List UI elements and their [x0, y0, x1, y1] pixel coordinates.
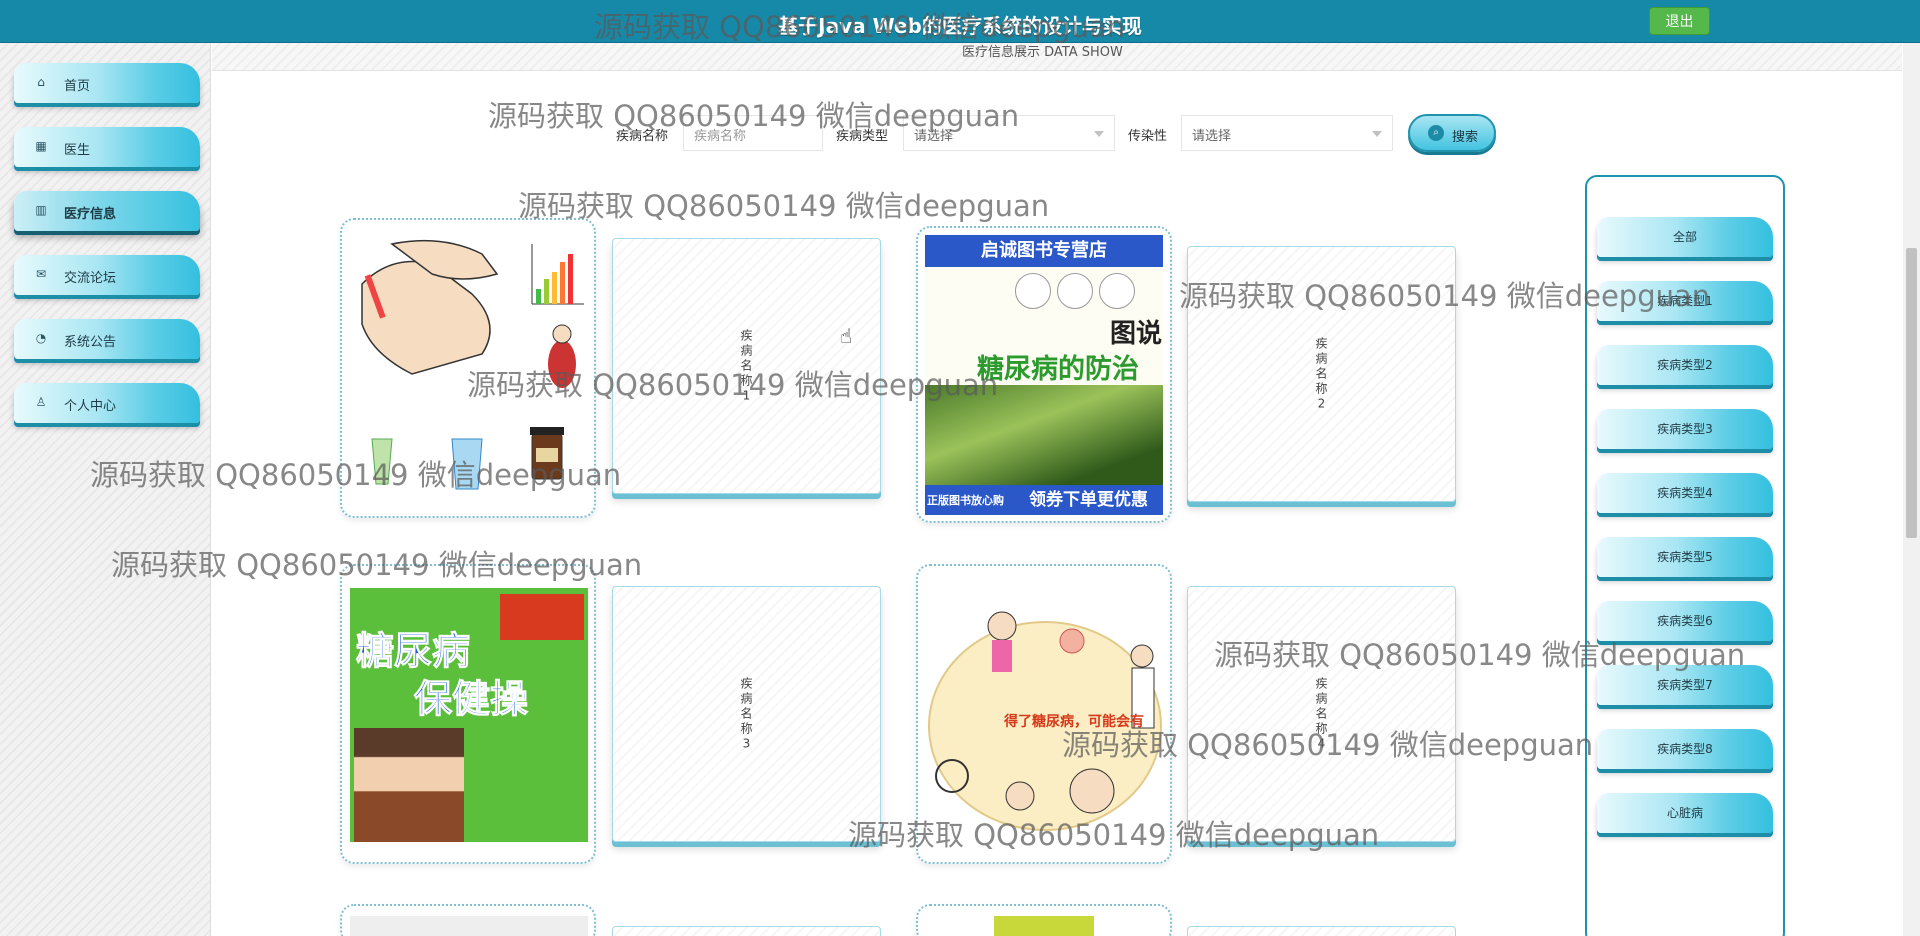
disease-name-input[interactable]: 疾病名称	[683, 115, 823, 151]
section-header: 医疗信息展示 DATA SHOW	[212, 43, 1902, 71]
category-item[interactable]: 疾病类型2	[1597, 345, 1773, 385]
medical-card-9[interactable]	[340, 904, 596, 936]
user-icon: ♙	[35, 395, 47, 409]
book-title: 图说	[1110, 319, 1163, 349]
disease-name-text: 疾病名称3	[740, 676, 753, 751]
category-item[interactable]: 疾病类型8	[1597, 729, 1773, 769]
category-item[interactable]: 疾病类型5	[1597, 537, 1773, 577]
category-item[interactable]: 疾病类型3	[1597, 409, 1773, 449]
top-bar: 基于Java Web的医疗系统的设计与实现 退出	[0, 0, 1920, 43]
mail-icon: ✉	[35, 267, 47, 281]
illustration-caption: 得了糖尿病，可能会有	[1004, 714, 1144, 730]
medical-card-10[interactable]	[612, 926, 881, 936]
hand-cursor-icon: ☝	[840, 324, 853, 348]
palette-icon: ◔	[35, 331, 47, 345]
diabetes-complications-illustration: 得了糖尿病，可能会有	[922, 586, 1168, 846]
category-item[interactable]: 心脏病	[1597, 793, 1773, 833]
vegetables-photo	[925, 385, 1163, 485]
card-image-placeholder	[350, 916, 588, 936]
disease-name-text: 疾病名称4	[1315, 676, 1328, 751]
author-photo	[354, 728, 464, 842]
sidebar-item-doctor[interactable]: ▦ 医生	[14, 127, 200, 167]
sidebar-item-label: 个人中心	[64, 399, 117, 414]
sidebar-item-label: 医疗信息	[64, 207, 117, 222]
cartoon-faces	[1015, 273, 1155, 309]
disease-type-select[interactable]: 请选择	[903, 115, 1115, 151]
sidebar: ⌂ 首页 ▦ 医生 ▥ 医疗信息 ✉ 交流论坛 ◔ 系统公告 ♙ 个人中心	[0, 43, 211, 936]
category-panel: 全部 疾病类型1 疾病类型2 疾病类型3 疾病类型4 疾病类型5 疾病类型6 疾…	[1585, 175, 1785, 936]
search-button-label: 搜索	[1452, 130, 1479, 145]
sidebar-item-label: 交流论坛	[64, 271, 117, 286]
card-image-placeholder	[994, 916, 1094, 936]
medical-card-2[interactable]: 疾病名称1	[612, 238, 881, 494]
home-icon: ⌂	[37, 75, 45, 89]
book-badge	[500, 594, 584, 640]
medical-card-6[interactable]: 疾病名称3	[612, 586, 881, 842]
sidebar-item-label: 首页	[64, 79, 91, 94]
search-button[interactable]: ⌕ 搜索	[1408, 114, 1496, 152]
medical-card-5[interactable]: 糖尿病 保健操	[340, 564, 596, 864]
calendar-icon: ▦	[35, 139, 47, 153]
sidebar-item-profile[interactable]: ♙ 个人中心	[14, 383, 200, 423]
disease-type-label: 疾病类型	[836, 129, 889, 144]
search-icon: ⌕	[1428, 125, 1444, 141]
medical-card-11[interactable]	[916, 904, 1172, 936]
category-item[interactable]: 疾病类型7	[1597, 665, 1773, 705]
app-title: 基于Java Web的医疗系统的设计与实现	[778, 14, 1142, 38]
sidebar-item-medical-info[interactable]: ▥ 医疗信息	[14, 191, 200, 231]
disease-type-value: 请选择	[914, 129, 954, 144]
infectious-label: 传染性	[1128, 129, 1168, 144]
sidebar-item-home[interactable]: ⌂ 首页	[14, 63, 200, 103]
logout-button[interactable]: 退出	[1649, 7, 1710, 35]
diabetes-exercise-book: 糖尿病 保健操	[350, 588, 588, 842]
diabetes-book-cover: 启诚图书专营店 图说 糖尿病的防治 正版图书放心购 领券下单更优惠	[925, 235, 1163, 515]
medical-card-8[interactable]: 疾病名称4	[1187, 586, 1456, 842]
disease-name-text: 疾病名称2	[1315, 336, 1328, 411]
category-item[interactable]: 疾病类型1	[1597, 281, 1773, 321]
infectious-value: 请选择	[1192, 129, 1232, 144]
book-title-1: 糖尿病	[355, 629, 471, 674]
medical-card-7[interactable]: 得了糖尿病，可能会有	[916, 564, 1172, 864]
medical-card-4[interactable]: 疾病名称2	[1187, 246, 1456, 502]
category-item-all[interactable]: 全部	[1597, 217, 1773, 257]
chevron-down-icon	[1372, 131, 1382, 137]
store-banner: 启诚图书专营店	[925, 235, 1163, 267]
promo-left: 正版图书放心购	[927, 494, 1004, 507]
sidebar-item-announcement[interactable]: ◔ 系统公告	[14, 319, 200, 359]
section-subtitle: 医疗信息展示 DATA SHOW	[962, 45, 1123, 60]
promo-bar: 正版图书放心购 领券下单更优惠	[925, 485, 1163, 515]
sidebar-item-label: 系统公告	[64, 335, 117, 350]
book-subtitle: 糖尿病的防治	[977, 354, 1139, 385]
sidebar-item-label: 医生	[64, 143, 91, 158]
category-item[interactable]: 疾病类型4	[1597, 473, 1773, 513]
category-item[interactable]: 疾病类型6	[1597, 601, 1773, 641]
diabetes-test-illustration	[352, 234, 586, 504]
scrollbar-thumb[interactable]	[1906, 248, 1917, 538]
chevron-down-icon	[1094, 131, 1104, 137]
disease-name-label: 疾病名称	[616, 129, 669, 144]
infectious-select[interactable]: 请选择	[1181, 115, 1393, 151]
book-icon: ▥	[35, 203, 47, 217]
book-title-2: 保健操	[413, 677, 529, 722]
page-scrollbar[interactable]	[1903, 43, 1920, 936]
promo-right: 领券下单更优惠	[1029, 490, 1148, 510]
medical-card-12[interactable]	[1187, 926, 1456, 936]
medical-card-3[interactable]: 启诚图书专营店 图说 糖尿病的防治 正版图书放心购 领券下单更优惠	[916, 226, 1172, 523]
medical-card-1[interactable]	[340, 218, 596, 518]
sidebar-item-forum[interactable]: ✉ 交流论坛	[14, 255, 200, 295]
disease-name-text: 疾病名称1	[740, 328, 753, 403]
